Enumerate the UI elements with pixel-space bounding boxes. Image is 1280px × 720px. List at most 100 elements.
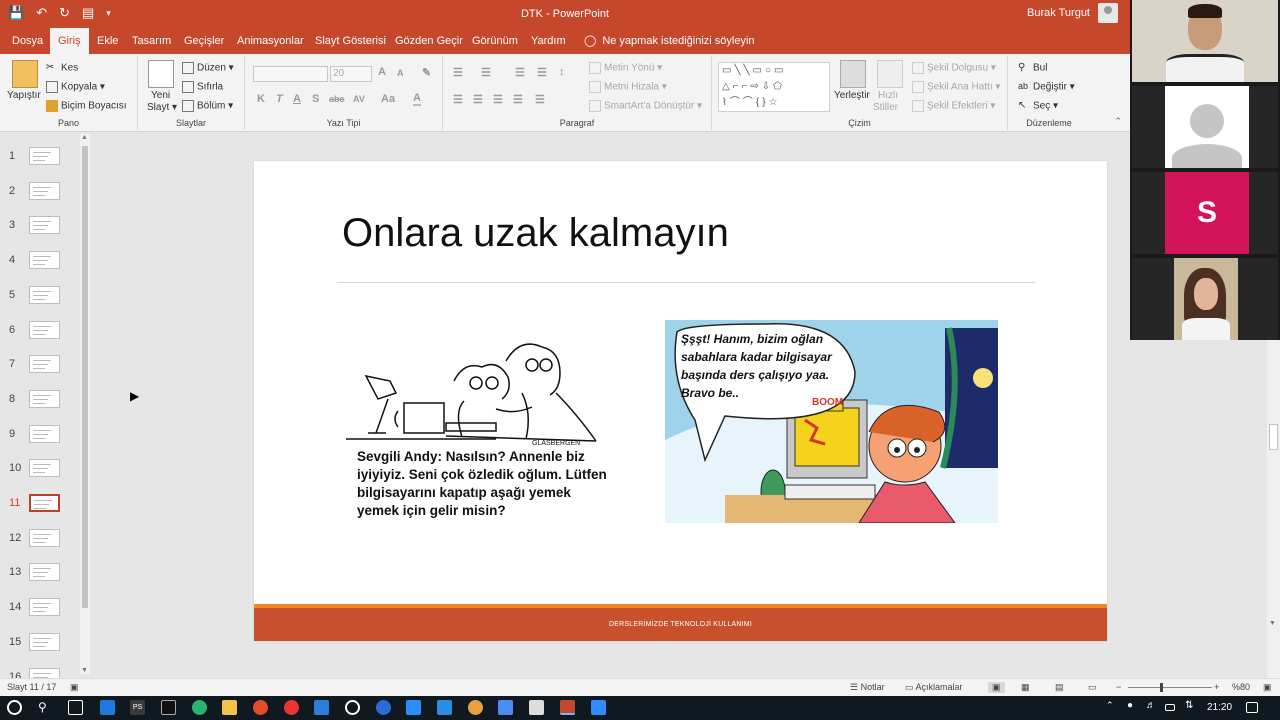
replace-button[interactable]: ab Değiştir ▾: [1018, 81, 1075, 93]
slide-caption-text[interactable]: Sevgili Andy: Nasılsın? Annenle biz iyiy…: [357, 448, 607, 520]
slide-thumbnail-row[interactable]: 5: [0, 285, 80, 315]
slide-thumbnail[interactable]: [29, 563, 60, 582]
slide-thumbnail-row[interactable]: 14: [0, 597, 80, 627]
comments-button[interactable]: ▭ Açıklamalar: [905, 682, 963, 693]
notification-icon[interactable]: [1246, 702, 1258, 713]
shapes-gallery[interactable]: ▭╲╲▭○▭ △⌐⌐⇨⇩⬠ ⌇⌒⌒{}☆: [718, 62, 830, 112]
select-button[interactable]: ↖ Seç ▾: [1018, 100, 1058, 112]
slide-thumbnail[interactable]: [29, 632, 60, 651]
paste-button[interactable]: Yapıştır: [7, 90, 41, 101]
slide-thumbnail-row[interactable]: 6: [0, 320, 80, 350]
tab-animasyonlar[interactable]: Animasyonlar: [235, 28, 306, 54]
align-right-icon[interactable]: ☰: [493, 93, 503, 106]
bold-button[interactable]: K: [257, 93, 265, 105]
paste-icon[interactable]: [12, 60, 38, 88]
format-painter-button[interactable]: Biçim Boyacısı: [46, 100, 127, 112]
char-spacing-button[interactable]: AV: [353, 94, 365, 104]
section-button[interactable]: Bölüm ▾: [182, 100, 233, 112]
decrease-font-icon[interactable]: A: [397, 68, 404, 78]
new-slide-button-line1[interactable]: Yeni: [151, 90, 170, 101]
slide-thumbnail-row[interactable]: 11: [0, 493, 80, 523]
slide-thumbnail[interactable]: [29, 216, 60, 235]
tray-chevron-icon[interactable]: ⌃: [1106, 700, 1121, 715]
editor-scroll-thumb[interactable]: [1269, 424, 1278, 450]
tab-tasarim[interactable]: Tasarım: [130, 28, 173, 54]
reset-button[interactable]: Sıfırla: [182, 81, 223, 93]
shape-effects-button[interactable]: Şekil Efektleri ▾: [912, 100, 995, 112]
photos-icon[interactable]: [468, 700, 483, 715]
tell-me-box[interactable]: ◯ Ne yapmak istediğinizi söyleyin: [584, 34, 755, 47]
reading-view-icon[interactable]: ▤: [1055, 682, 1064, 693]
new-slide-button-line2[interactable]: Slayt ▾: [147, 102, 177, 113]
app-icon-4[interactable]: [314, 700, 329, 715]
participant-video-4[interactable]: [1132, 258, 1278, 340]
notes-button[interactable]: ☰ Notlar: [850, 682, 885, 693]
slide-thumbnail-row[interactable]: 15: [0, 632, 80, 662]
app-icon-6[interactable]: [376, 700, 391, 715]
zoom-slider-thumb[interactable]: [1160, 683, 1163, 692]
quick-styles-icon[interactable]: [877, 60, 903, 88]
search-icon[interactable]: ⚲: [38, 700, 53, 715]
tab-gecisler[interactable]: Geçişler: [182, 28, 226, 54]
tab-slayt-gosterisi[interactable]: Slayt Gösterisi: [313, 28, 388, 54]
text-direction-button[interactable]: Metin Yönü ▾: [589, 62, 662, 74]
align-text-button[interactable]: Metni Hizala ▾: [589, 81, 667, 93]
font-family-input[interactable]: [253, 66, 328, 82]
cartoon-kid-computer-image[interactable]: Şşşt! Hanım, bizim oğlan sabahlara kadar…: [665, 320, 998, 523]
slide-thumbnail[interactable]: [29, 494, 60, 512]
scroll-up-icon[interactable]: ▲: [81, 134, 88, 141]
zoom-out-icon[interactable]: −: [1116, 682, 1121, 692]
slide-thumbnail-row[interactable]: 13: [0, 562, 80, 592]
underline-button[interactable]: A: [293, 93, 301, 105]
justify-icon[interactable]: ☰: [513, 93, 523, 106]
smartart-button[interactable]: SmartArt'a Dönüştür ▾: [589, 100, 702, 112]
tab-ekle[interactable]: Ekle: [95, 28, 120, 54]
bullets-icon[interactable]: ☰: [453, 66, 463, 79]
mail-icon[interactable]: [437, 700, 452, 715]
app-icon-1[interactable]: PS: [130, 700, 145, 715]
editor-scroll-down-icon[interactable]: ▼: [1269, 620, 1276, 627]
slide-thumbnail[interactable]: [29, 424, 60, 443]
editor-scrollbar[interactable]: ▼: [1267, 340, 1280, 678]
slide-thumbnail[interactable]: [29, 598, 60, 617]
strikethrough-button[interactable]: abc: [329, 94, 345, 104]
slide-thumbnail[interactable]: [29, 528, 60, 547]
slide-thumbnail-row[interactable]: 8: [0, 389, 80, 419]
numbering-icon[interactable]: ☰: [481, 66, 491, 79]
new-slide-icon[interactable]: [148, 60, 174, 88]
slide-thumbnail-row[interactable]: 7: [0, 354, 80, 384]
user-avatar-icon[interactable]: [1098, 3, 1118, 23]
app-icon-3[interactable]: [192, 700, 207, 715]
quick-styles-line1[interactable]: Hızlı: [878, 90, 898, 101]
increase-font-icon[interactable]: A: [378, 66, 386, 78]
shape-fill-button[interactable]: Şekil Dolgusu ▾: [912, 62, 996, 74]
cut-button[interactable]: ✂ Kes: [46, 62, 78, 74]
cartoon-computer-user-image[interactable]: GLASBERGEN: [346, 321, 606, 447]
tab-dosya[interactable]: Dosya: [10, 28, 45, 54]
align-center-icon[interactable]: ☰: [473, 93, 483, 106]
slide-thumbnail-row[interactable]: 10: [0, 458, 80, 488]
zoom-meeting-icon[interactable]: [591, 700, 606, 715]
zoom-app-icon[interactable]: [406, 700, 421, 715]
font-size-input[interactable]: 20: [330, 66, 372, 82]
quick-styles-line2[interactable]: Stiller: [873, 102, 898, 113]
italic-button[interactable]: T: [276, 93, 283, 105]
slide-thumbnail-row[interactable]: 3: [0, 215, 80, 245]
decrease-indent-icon[interactable]: ☰: [515, 66, 525, 79]
font-color-button[interactable]: A: [413, 92, 421, 106]
network-icon[interactable]: ⇅: [1185, 700, 1200, 715]
yandex-icon[interactable]: [284, 700, 299, 715]
shape-outline-button[interactable]: Şekil Ana Hattı ▾: [912, 81, 1000, 93]
increase-indent-icon[interactable]: ☰: [537, 66, 547, 79]
slide-thumbnail[interactable]: [29, 147, 60, 165]
edge-icon[interactable]: [100, 700, 115, 715]
app-icon-2[interactable]: [161, 700, 176, 715]
powerpoint-icon[interactable]: [560, 700, 575, 715]
slide-thumbnail-row[interactable]: 9: [0, 424, 80, 454]
slide-thumbnail-row[interactable]: 2: [0, 181, 80, 211]
current-slide[interactable]: Onlara uzak kalmayın GLASBERGEN Sevgili …: [254, 161, 1107, 641]
arrange-button[interactable]: Yerleştir: [834, 90, 870, 101]
line-spacing-icon[interactable]: ↕: [559, 66, 565, 78]
find-button[interactable]: ⚲ Bul: [1018, 62, 1047, 74]
tab-gozden-gecir[interactable]: Gözden Geçir: [393, 28, 465, 54]
